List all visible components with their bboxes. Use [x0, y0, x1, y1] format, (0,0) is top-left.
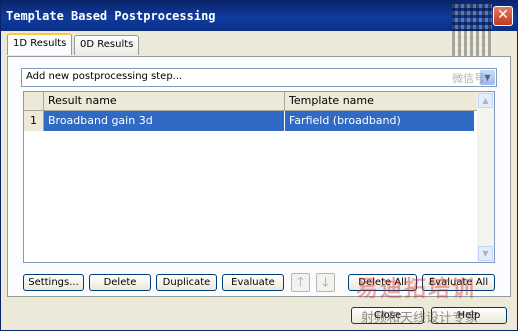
- close-icon: ✕: [497, 7, 509, 23]
- watermark-bottom-text: 射频和天线设计专家: [361, 311, 479, 326]
- column-header-template-name[interactable]: Template name: [285, 92, 479, 110]
- step-select-value: Add new postprocessing step...: [26, 71, 183, 82]
- title-bar[interactable]: Template Based Postprocessing ✕: [1, 1, 517, 64]
- tab-1d-results[interactable]: 1D Results: [7, 33, 73, 55]
- evaluate-button[interactable]: Evaluate: [222, 274, 284, 291]
- settings-button[interactable]: Settings...: [23, 274, 84, 291]
- qr-code-watermark: [452, 4, 492, 64]
- arrow-down-icon: 🡓: [322, 275, 329, 290]
- window-title: Template Based Postprocessing: [6, 9, 216, 23]
- dialog-window: Template Based Postprocessing ✕ 1D Resul…: [0, 0, 518, 331]
- table-header: Result name Template name: [24, 92, 479, 111]
- result-name-cell[interactable]: Broadband gain 3d: [44, 111, 285, 131]
- column-header-result-name[interactable]: Result name: [44, 92, 285, 110]
- results-table: Result name Template name 1 Broadband ga…: [23, 91, 495, 263]
- scroll-down-icon[interactable]: ▼: [478, 246, 493, 261]
- template-name-cell[interactable]: Farfield (broadband): [285, 111, 475, 131]
- move-up-button[interactable]: 🡑: [291, 273, 310, 292]
- watermark-red-text: 易迪拓培训: [356, 277, 477, 302]
- delete-button[interactable]: Delete: [89, 274, 151, 291]
- scroll-up-icon[interactable]: ▲: [478, 93, 493, 108]
- move-down-button[interactable]: 🡓: [316, 273, 335, 292]
- table-row[interactable]: 1 Broadband gain 3d Farfield (broadband): [24, 111, 479, 131]
- postprocessing-step-select[interactable]: Add new postprocessing step... ▼: [21, 68, 497, 87]
- tab-0d-results[interactable]: 0D Results: [74, 35, 140, 55]
- row-header-corner: [24, 92, 44, 110]
- watermark-corner-text: 微信号:: [452, 72, 489, 85]
- close-window-button[interactable]: ✕: [493, 6, 513, 26]
- duplicate-button[interactable]: Duplicate: [156, 274, 217, 291]
- row-number: 1: [24, 111, 44, 131]
- vertical-scrollbar[interactable]: ▲ ▼: [477, 92, 494, 262]
- arrow-up-icon: 🡑: [297, 275, 304, 290]
